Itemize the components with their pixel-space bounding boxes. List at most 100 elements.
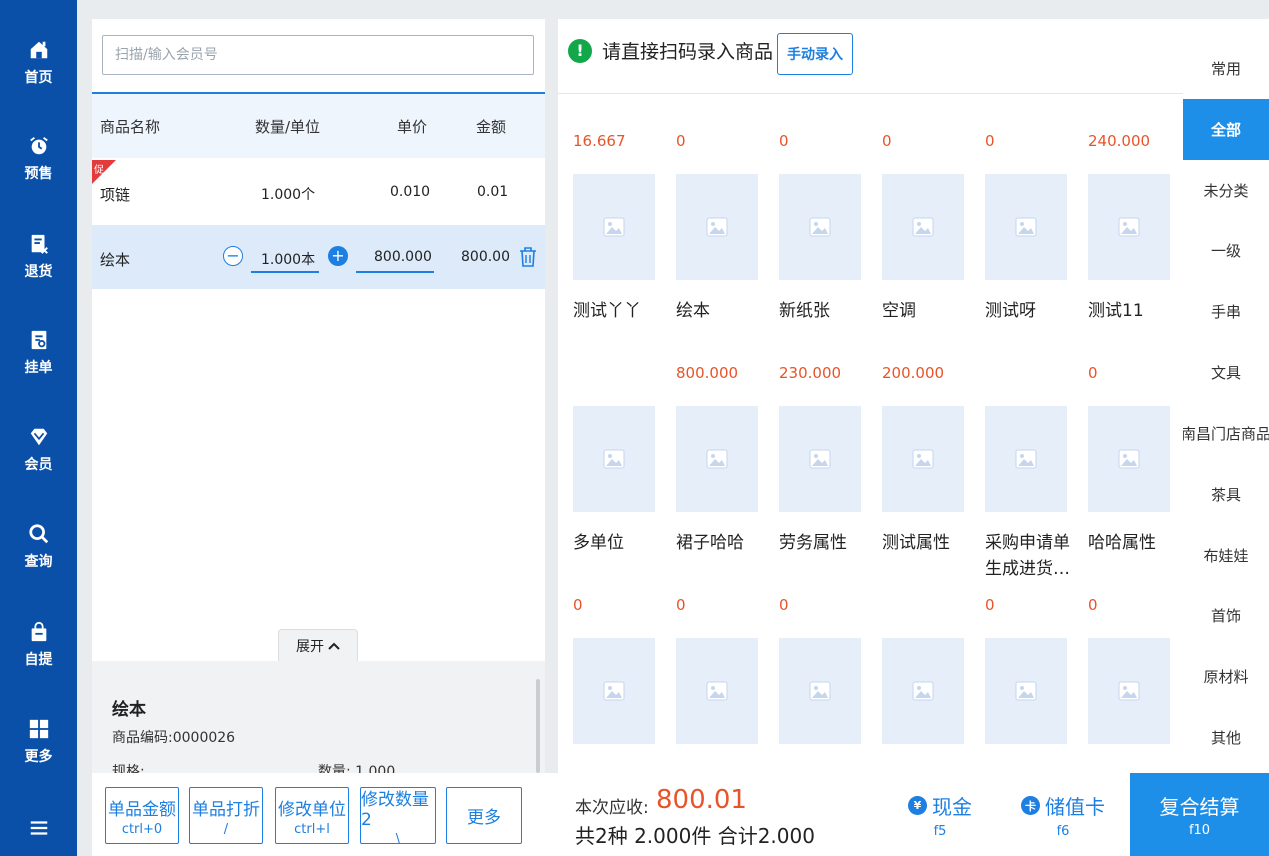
product-tile[interactable]: 16.667 测试丫丫 <box>569 132 672 362</box>
product-tile[interactable]: 0 <box>775 596 878 773</box>
nav-label: 查询 <box>24 554 53 570</box>
search-icon <box>28 524 48 544</box>
product-price: 0 <box>882 132 892 150</box>
product-tile[interactable]: 0 <box>981 596 1084 773</box>
category-item[interactable]: 布娃娃 <box>1183 525 1269 586</box>
product-tile[interactable]: 0 哈哈属性 <box>1084 364 1183 594</box>
menu-button[interactable] <box>0 800 77 856</box>
product-name: 哈哈属性 <box>1088 533 1156 553</box>
item-discount-button[interactable]: 单品打折 / <box>189 787 263 844</box>
product-price: 0 <box>779 132 789 150</box>
nav-more[interactable]: 更多 <box>0 697 77 787</box>
card-icon: 卡 <box>1021 796 1040 815</box>
alarm-clock-icon <box>29 137 48 155</box>
button-label: 修改数量2 <box>361 789 429 830</box>
nav-presale[interactable]: 预售 <box>0 114 77 204</box>
increase-qty-button[interactable]: + <box>328 246 348 266</box>
return-doc-icon <box>31 234 48 254</box>
product-price: 0 <box>676 596 686 614</box>
product-tile[interactable]: 230.000 劳务属性 <box>775 364 878 594</box>
product-tile[interactable] <box>878 596 981 773</box>
more-button[interactable]: 更多 <box>446 787 522 844</box>
cart-row[interactable]: 促 项链 1.000个 0.010 0.01 <box>92 160 545 224</box>
product-price: 0 <box>573 596 583 614</box>
product-image-placeholder <box>676 406 758 512</box>
category-item[interactable]: 手串 <box>1183 281 1269 342</box>
product-image-placeholder <box>1088 174 1170 280</box>
shortcut-key: ctrl+l <box>294 821 330 837</box>
change-qty-button[interactable]: 修改数量2 \ <box>360 787 436 847</box>
product-price: 0 <box>1088 596 1098 614</box>
product-price: 0 <box>985 596 995 614</box>
grid-icon <box>29 719 48 739</box>
nav-pickup[interactable]: 自提 <box>0 600 77 690</box>
shortcut-key: \ <box>395 831 401 847</box>
category-list: 常用 全部 未分类 一级 手串 文具 南昌门店商品 茶具 布娃娃 首饰 原材料 其他 <box>1183 19 1269 773</box>
category-item[interactable]: 首饰 <box>1183 585 1269 646</box>
scan-hint-text: 请直接扫码录入商品 <box>602 41 774 63</box>
product-tile[interactable]: 多单位 <box>569 364 672 594</box>
manual-entry-button[interactable]: 手动录入 <box>777 33 853 75</box>
item-detail: 绘本 商品编码:0000026 规格: 数量: 1.000 <box>92 661 545 773</box>
product-tile[interactable]: 0 空调 <box>878 132 981 362</box>
category-item[interactable]: 常用 <box>1183 38 1269 99</box>
product-tile[interactable]: 0 新纸张 <box>775 132 878 362</box>
product-image-placeholder <box>779 406 861 512</box>
category-item[interactable]: 南昌门店商品 <box>1183 403 1269 464</box>
category-item[interactable]: 茶具 <box>1183 464 1269 525</box>
product-tile[interactable]: 0 <box>569 596 672 773</box>
product-tile[interactable]: 采购申请单生成进货… <box>981 364 1084 594</box>
product-tile[interactable]: 200.000 测试属性 <box>878 364 981 594</box>
card-label: 储值卡 <box>1045 795 1105 819</box>
product-image-placeholder <box>573 638 655 744</box>
product-tile[interactable]: 240.000 测试11 <box>1084 132 1183 362</box>
diamond-icon <box>30 428 47 446</box>
nav-query[interactable]: 查询 <box>0 502 77 592</box>
nav-hold[interactable]: 挂单 <box>0 308 77 398</box>
nav-label: 挂单 <box>24 360 53 376</box>
member-search-input[interactable] <box>102 35 534 75</box>
product-price: 16.667 <box>573 132 626 150</box>
scrollbar[interactable] <box>536 679 540 773</box>
cash-pay-button[interactable]: ¥ 现金 f5 <box>890 791 990 841</box>
nav-label: 会员 <box>24 457 53 473</box>
cash-label: 现金 <box>932 795 972 819</box>
change-unit-button[interactable]: 修改单位 ctrl+l <box>275 787 349 844</box>
product-price: 0 <box>779 596 789 614</box>
category-item[interactable]: 原材料 <box>1183 646 1269 707</box>
expand-button[interactable]: 展开 <box>278 629 358 661</box>
item-qty[interactable]: 1.000本 <box>261 249 315 269</box>
product-name: 劳务属性 <box>779 533 847 553</box>
product-price: 230.000 <box>779 364 842 382</box>
item-qty: 1.000个 <box>261 187 316 203</box>
product-image-placeholder <box>882 174 964 280</box>
category-item[interactable]: 未分类 <box>1183 160 1269 221</box>
button-label: 单品金额 <box>108 799 176 820</box>
nav-member[interactable]: 会员 <box>0 405 77 495</box>
qty-underline <box>251 271 319 273</box>
product-tile[interactable]: 800.000 裙子哈哈 <box>672 364 775 594</box>
product-name: 测试呀 <box>985 301 1036 321</box>
product-tile[interactable]: 0 绘本 <box>672 132 775 362</box>
item-amount-button[interactable]: 单品金额 ctrl+0 <box>105 787 179 844</box>
nav-home[interactable]: 首页 <box>0 18 77 108</box>
category-item[interactable]: 其他 <box>1183 707 1269 768</box>
category-item[interactable]: 一级 <box>1183 220 1269 281</box>
product-tile[interactable]: 0 <box>672 596 775 773</box>
trash-icon[interactable] <box>518 246 538 268</box>
shortcut-key: f10 <box>1188 823 1211 838</box>
product-price: 0 <box>676 132 686 150</box>
category-item[interactable]: 全部 <box>1183 99 1269 160</box>
button-label: 更多 <box>467 808 501 828</box>
product-tile[interactable]: 0 <box>1084 596 1183 773</box>
stored-card-pay-button[interactable]: 卡 储值卡 f6 <box>1008 791 1118 841</box>
decrease-qty-button[interactable]: − <box>223 246 243 266</box>
header-name: 商品名称 <box>100 118 161 136</box>
category-item[interactable]: 文具 <box>1183 342 1269 403</box>
product-tile[interactable]: 0 测试呀 <box>981 132 1084 362</box>
product-image-placeholder <box>573 174 655 280</box>
item-price[interactable]: 800.000 <box>374 249 432 265</box>
nav-return[interactable]: 退货 <box>0 212 77 302</box>
checkout-button[interactable]: 复合结算 f10 <box>1130 773 1269 856</box>
cart-row-selected[interactable]: 绘本 − 1.000本 + 800.000 800.00 <box>92 225 545 289</box>
